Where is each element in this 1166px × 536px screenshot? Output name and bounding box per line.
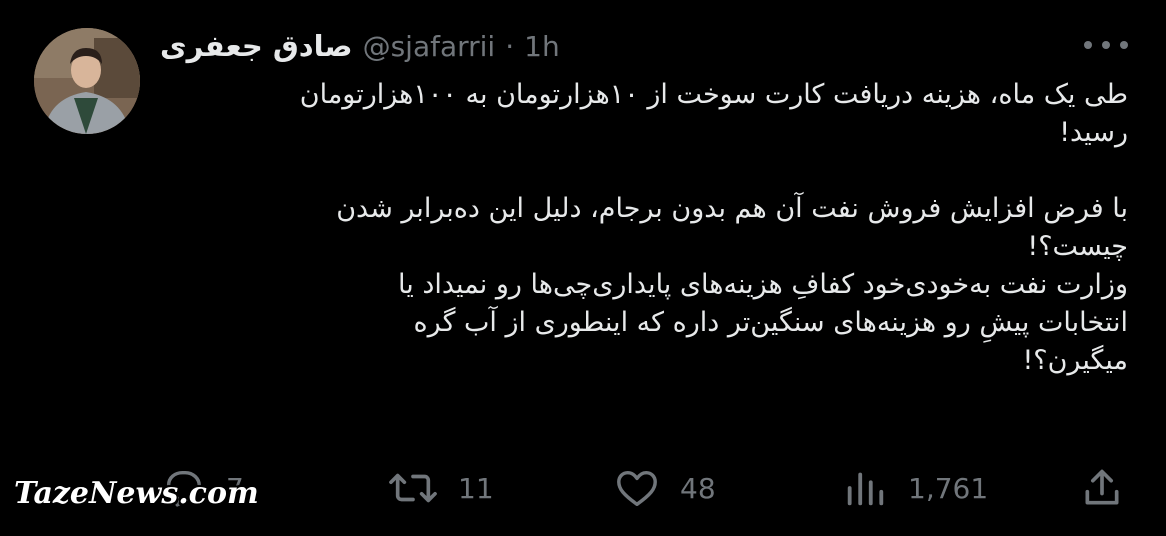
more-icon[interactable]	[1084, 34, 1128, 56]
tweet-line: انتخابات پیشِ رو هزینه‌های سنگین‌تر داره…	[413, 307, 1128, 338]
retweet-count: 11	[458, 471, 494, 505]
views-icon	[842, 465, 888, 511]
views-button[interactable]: 1,761	[842, 460, 988, 516]
tweet-line: رسید!	[1059, 117, 1128, 148]
retweet-button[interactable]: 11	[388, 460, 494, 516]
author-name[interactable]: صادق جعفری	[160, 29, 353, 63]
more-dot	[1120, 41, 1128, 49]
more-dot	[1102, 41, 1110, 49]
tweet-blank-line	[170, 152, 1128, 190]
tweet-line: با فرض افزایش فروش نفت آن هم بدون برجام،…	[336, 193, 1128, 224]
like-button[interactable]: 48	[614, 460, 716, 516]
timestamp[interactable]: 1h	[524, 30, 560, 63]
avatar[interactable]	[34, 28, 140, 134]
more-dot	[1084, 41, 1092, 49]
separator-dot: ·	[505, 29, 515, 63]
author-handle[interactable]: @sjafarrii	[363, 30, 496, 63]
share-button[interactable]	[1080, 460, 1124, 516]
tweet-line: میگیرن؟!	[1022, 345, 1128, 376]
share-icon	[1080, 465, 1124, 511]
tweet-line: چیست؟!	[1027, 231, 1128, 262]
heart-icon	[614, 465, 660, 511]
tweet-text: طی یک ماه، هزینه دریافت کارت سوخت از ۱۰ه…	[170, 76, 1128, 380]
views-count: 1,761	[908, 471, 989, 505]
retweet-icon	[388, 465, 438, 511]
tweet-line: وزارت نفت به‌خودی‌خود کفافِ هزینه‌های پا…	[398, 269, 1128, 300]
watermark: TazeNews.com	[14, 476, 259, 511]
like-count: 48	[680, 471, 716, 505]
tweet-line: طی یک ماه، هزینه دریافت کارت سوخت از ۱۰ه…	[299, 79, 1128, 110]
avatar-image	[34, 28, 140, 134]
tweet-header: صادق جعفری @sjafarrii · 1h	[160, 26, 560, 66]
